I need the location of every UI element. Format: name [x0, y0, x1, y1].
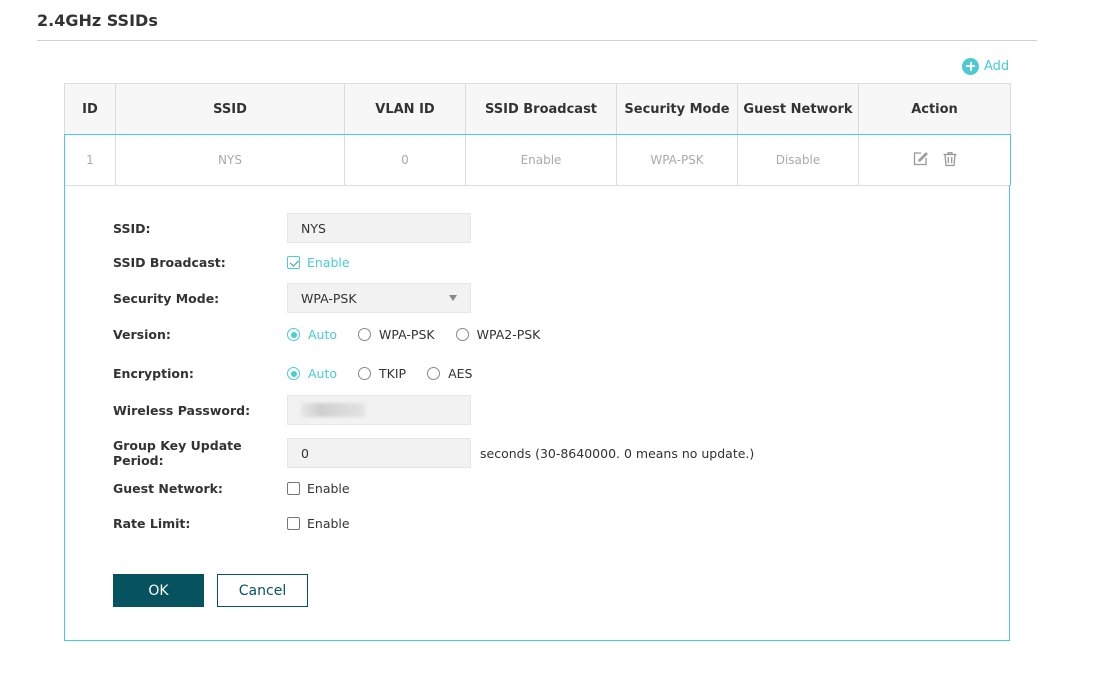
- cell-ssid-broadcast: Enable: [465, 134, 617, 186]
- guest-network-label: Guest Network:: [113, 481, 223, 496]
- version-radio-auto[interactable]: Auto: [287, 327, 337, 342]
- radio-icon: [358, 367, 372, 380]
- header-ssid: SSID: [115, 83, 345, 135]
- encryption-row: Encryption: Auto TKIP AES: [113, 366, 493, 381]
- add-label: Add: [984, 58, 1010, 74]
- security-mode-select[interactable]: WPA-PSK: [287, 283, 471, 313]
- header-ssid-broadcast: SSID Broadcast: [465, 83, 617, 135]
- encryption-option-label: TKIP: [379, 366, 407, 381]
- version-radio-wpa-psk[interactable]: WPA-PSK: [358, 327, 435, 342]
- obscured-password: [301, 403, 365, 417]
- wireless-password-label: Wireless Password:: [113, 402, 251, 418]
- ssid-input[interactable]: NYS: [287, 213, 471, 243]
- table-header-row: ID SSID VLAN ID SSID Broadcast Security …: [64, 83, 1011, 135]
- ok-button[interactable]: OK: [113, 574, 204, 607]
- ssid-broadcast-label: SSID Broadcast:: [113, 255, 226, 270]
- wireless-password-row: Wireless Password:: [113, 395, 471, 425]
- header-id: ID: [64, 83, 116, 135]
- cell-ssid: NYS: [115, 134, 345, 186]
- group-key-input[interactable]: 0: [287, 438, 471, 468]
- version-row: Version: Auto WPA-PSK WPA2-PSK: [113, 327, 561, 342]
- cell-guest-network: Disable: [737, 134, 859, 186]
- checkbox-icon: [287, 482, 300, 495]
- cell-security-mode: WPA-PSK: [616, 134, 738, 186]
- ssid-edit-panel: SSID: NYS SSID Broadcast: Enable Securit…: [64, 185, 1010, 641]
- add-ssid-button[interactable]: Add: [962, 57, 1009, 75]
- radio-icon: [427, 367, 441, 380]
- cancel-button[interactable]: Cancel: [217, 574, 308, 607]
- radio-checked-icon: [287, 367, 300, 380]
- radio-icon: [358, 328, 372, 341]
- plus-circle-icon: [962, 57, 979, 75]
- ssid-table: ID SSID VLAN ID SSID Broadcast Security …: [64, 83, 1011, 186]
- rate-limit-label: Rate Limit:: [113, 516, 191, 531]
- ssid-row: SSID: NYS: [113, 213, 471, 243]
- rate-limit-option: Enable: [307, 516, 350, 531]
- version-radio-wpa2-psk[interactable]: WPA2-PSK: [455, 327, 541, 342]
- encryption-radio-tkip[interactable]: TKIP: [358, 366, 406, 381]
- group-key-label-line2: Period:: [113, 453, 164, 468]
- header-security-mode: Security Mode: [616, 83, 738, 135]
- edit-icon[interactable]: [911, 150, 929, 168]
- radio-checked-icon: [287, 328, 300, 341]
- header-vlan-id: VLAN ID: [344, 83, 466, 135]
- version-label: Version:: [113, 327, 171, 342]
- version-radio-group: Auto WPA-PSK WPA2-PSK: [287, 327, 561, 342]
- header-action: Action: [858, 83, 1011, 135]
- checkbox-icon: [287, 517, 300, 530]
- guest-network-row: Guest Network: Enable: [113, 481, 350, 496]
- group-key-label-line1: Group Key Update: [113, 438, 242, 453]
- rate-limit-row: Rate Limit: Enable: [113, 516, 350, 531]
- encryption-option-label: AES: [448, 366, 473, 381]
- chevron-down-icon: [449, 295, 457, 301]
- wireless-password-input[interactable]: [287, 395, 471, 425]
- rate-limit-checkbox[interactable]: Enable: [287, 516, 350, 531]
- encryption-label: Encryption:: [113, 366, 194, 381]
- ssid-broadcast-row: SSID Broadcast: Enable: [113, 255, 350, 270]
- version-option-label: Auto: [308, 327, 338, 342]
- ssid-label: SSID:: [113, 220, 151, 236]
- cell-action: [858, 134, 1011, 186]
- title-divider: [37, 40, 1037, 41]
- table-row: 1 NYS 0 Enable WPA-PSK Disable: [64, 134, 1011, 186]
- radio-icon: [455, 328, 469, 341]
- group-key-label: Group Key Update Period:: [113, 438, 287, 468]
- version-option-label: WPA2-PSK: [476, 327, 541, 342]
- security-mode-value: WPA-PSK: [301, 290, 357, 306]
- ssid-broadcast-checkbox[interactable]: Enable: [287, 255, 350, 270]
- guest-network-option: Enable: [307, 481, 350, 496]
- security-mode-row: Security Mode: WPA-PSK: [113, 283, 471, 313]
- group-key-row: Group Key Update Period: 0 seconds (30-8…: [113, 438, 754, 468]
- header-guest-network: Guest Network: [737, 83, 859, 135]
- cell-vlan-id: 0: [344, 134, 466, 186]
- version-option-label: WPA-PSK: [379, 327, 435, 342]
- page-title: 2.4GHz SSIDs: [37, 11, 158, 30]
- trash-icon[interactable]: [941, 150, 959, 168]
- encryption-option-label: Auto: [308, 366, 338, 381]
- security-mode-label: Security Mode:: [113, 290, 220, 306]
- encryption-radio-auto[interactable]: Auto: [287, 366, 337, 381]
- encryption-radio-aes[interactable]: AES: [427, 366, 472, 381]
- guest-network-checkbox[interactable]: Enable: [287, 481, 350, 496]
- ssid-broadcast-option: Enable: [307, 255, 350, 270]
- checkbox-checked-icon: [287, 256, 300, 269]
- cell-id: 1: [64, 134, 116, 186]
- group-key-hint: seconds (30-8640000. 0 means no update.): [480, 445, 755, 461]
- encryption-radio-group: Auto TKIP AES: [287, 366, 493, 381]
